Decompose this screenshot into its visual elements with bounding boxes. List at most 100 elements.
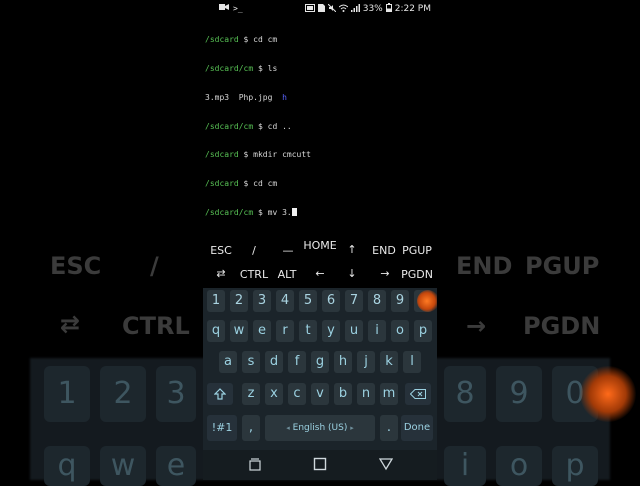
key-i[interactable]: i bbox=[368, 320, 386, 342]
key-3[interactable]: 3 bbox=[253, 290, 271, 312]
bg-right-arrow-label: → bbox=[466, 312, 487, 340]
key-w[interactable]: w bbox=[230, 320, 248, 342]
signal-icon bbox=[350, 3, 360, 15]
down-arrow-key[interactable]: ↓ bbox=[339, 267, 365, 280]
key-h[interactable]: h bbox=[334, 351, 352, 373]
key-d[interactable]: d bbox=[265, 351, 283, 373]
key-9[interactable]: 9 bbox=[391, 290, 409, 312]
key-5[interactable]: 5 bbox=[299, 290, 317, 312]
key-8[interactable]: 8 bbox=[368, 290, 386, 312]
key-o[interactable]: o bbox=[391, 320, 409, 342]
key-k[interactable]: k bbox=[380, 351, 398, 373]
backspace-key[interactable] bbox=[405, 383, 431, 405]
bg-pgdn-label: PGDN bbox=[523, 312, 601, 340]
bg-key-9: 9 bbox=[496, 366, 542, 422]
bg-swap-icon: ⇄ bbox=[60, 310, 81, 338]
key-1[interactable]: 1 bbox=[207, 290, 225, 312]
space-bar[interactable]: ◂ English (US) ▸ bbox=[265, 415, 375, 441]
terminal-output[interactable]: /sdcard $ cd cm /sdcard/cm $ ls 3.mp3 Ph… bbox=[205, 16, 435, 237]
backspace-icon bbox=[409, 389, 426, 399]
shift-icon bbox=[213, 388, 227, 400]
battery-icon bbox=[385, 3, 392, 15]
dash-key[interactable]: — bbox=[275, 244, 301, 257]
battery-percent: 33% bbox=[362, 4, 383, 14]
terminal-input-line[interactable]: /sdcard/cm $ mv 3. bbox=[205, 207, 435, 218]
bg-pgup-label: PGUP bbox=[525, 252, 600, 280]
key-q[interactable]: q bbox=[207, 320, 225, 342]
terminal-line: /sdcard/cm $ cd .. bbox=[205, 121, 292, 131]
key-s[interactable]: s bbox=[242, 351, 260, 373]
key-x[interactable]: x bbox=[265, 383, 283, 405]
key-a[interactable]: a bbox=[219, 351, 237, 373]
bg-key-2: 2 bbox=[100, 366, 146, 422]
bg-key-e: e bbox=[156, 446, 196, 486]
back-icon[interactable] bbox=[379, 457, 393, 471]
phone-screen: >_ 33% 2:22 PM /sdcard $ cd cm /sdcard/c… bbox=[203, 0, 437, 480]
shift-key[interactable] bbox=[207, 383, 233, 405]
sim-icon bbox=[317, 3, 325, 15]
home-icon[interactable] bbox=[313, 457, 327, 471]
left-arrow-key[interactable]: ← bbox=[307, 267, 333, 280]
pgdn-key[interactable]: PGDN bbox=[399, 268, 435, 281]
key-b[interactable]: b bbox=[334, 383, 352, 405]
cast-icon bbox=[304, 3, 315, 15]
ctrl-key[interactable]: CTRL bbox=[237, 268, 271, 281]
key-j[interactable]: j bbox=[357, 351, 375, 373]
period-key[interactable]: . bbox=[380, 415, 398, 441]
home-key[interactable]: HOME bbox=[303, 239, 337, 252]
key-z[interactable]: z bbox=[242, 383, 260, 405]
key-e[interactable]: e bbox=[253, 320, 271, 342]
key-t[interactable]: t bbox=[299, 320, 317, 342]
clock: 2:22 PM bbox=[394, 4, 431, 14]
end-key[interactable]: END bbox=[369, 244, 399, 257]
key-6[interactable]: 6 bbox=[322, 290, 340, 312]
key-2[interactable]: 2 bbox=[230, 290, 248, 312]
esc-key[interactable]: ESC bbox=[207, 244, 235, 257]
terminal-line: /sdcard $ cd cm bbox=[205, 179, 278, 189]
text-cursor bbox=[291, 207, 297, 216]
key-4[interactable]: 4 bbox=[276, 290, 294, 312]
bg-orb bbox=[580, 366, 636, 422]
key-p[interactable]: p bbox=[414, 320, 432, 342]
key-7[interactable]: 7 bbox=[345, 290, 363, 312]
bg-key-8: 8 bbox=[444, 366, 486, 422]
bg-key-q: q bbox=[44, 446, 90, 486]
key-c[interactable]: c bbox=[288, 383, 306, 405]
terminal-line: /sdcard $ cd cm bbox=[205, 35, 278, 45]
key-f[interactable]: f bbox=[288, 351, 306, 373]
slash-key[interactable]: / bbox=[241, 244, 267, 257]
video-camera-icon bbox=[219, 3, 229, 14]
key-u[interactable]: u bbox=[345, 320, 363, 342]
recent-apps-icon[interactable] bbox=[248, 457, 262, 471]
extra-keys-bar: ESC / — HOME ↑ END PGUP ⇄ CTRL ALT ← ↓ →… bbox=[203, 238, 437, 288]
floating-orb bbox=[417, 290, 437, 312]
language-next-icon: ▸ bbox=[350, 424, 354, 432]
bg-key-p: p bbox=[552, 446, 598, 486]
status-bar: >_ 33% 2:22 PM bbox=[203, 0, 437, 16]
space-language-label: English (US) bbox=[292, 423, 348, 433]
key-v[interactable]: v bbox=[311, 383, 329, 405]
key-l[interactable]: l bbox=[403, 351, 421, 373]
terminal-line: /sdcard $ mkdir cmcutt bbox=[205, 150, 311, 160]
pgup-key[interactable]: PGUP bbox=[399, 244, 435, 257]
alt-key[interactable]: ALT bbox=[273, 268, 301, 281]
key-r[interactable]: r bbox=[276, 320, 294, 342]
mute-icon bbox=[327, 3, 337, 15]
symbols-key[interactable]: !#1 bbox=[207, 415, 237, 441]
bg-ctrl-label: CTRL bbox=[122, 312, 190, 340]
bg-key-1: 1 bbox=[44, 366, 90, 422]
bg-esc-label: ESC bbox=[50, 252, 102, 280]
soft-keyboard: 1 2 3 4 5 6 7 8 9 0 q w e r t y u i o p … bbox=[203, 288, 437, 450]
bg-key-w: w bbox=[100, 446, 146, 486]
key-g[interactable]: g bbox=[311, 351, 329, 373]
language-prev-icon: ◂ bbox=[286, 424, 290, 432]
swap-icon[interactable]: ⇄ bbox=[207, 267, 235, 280]
bg-key-o: o bbox=[496, 446, 542, 486]
up-arrow-key[interactable]: ↑ bbox=[339, 243, 365, 256]
done-key[interactable]: Done bbox=[401, 415, 433, 441]
key-n[interactable]: n bbox=[357, 383, 375, 405]
right-arrow-key[interactable]: → bbox=[373, 267, 397, 280]
key-y[interactable]: y bbox=[322, 320, 340, 342]
comma-key[interactable]: , bbox=[242, 415, 260, 441]
key-m[interactable]: m bbox=[380, 383, 398, 405]
